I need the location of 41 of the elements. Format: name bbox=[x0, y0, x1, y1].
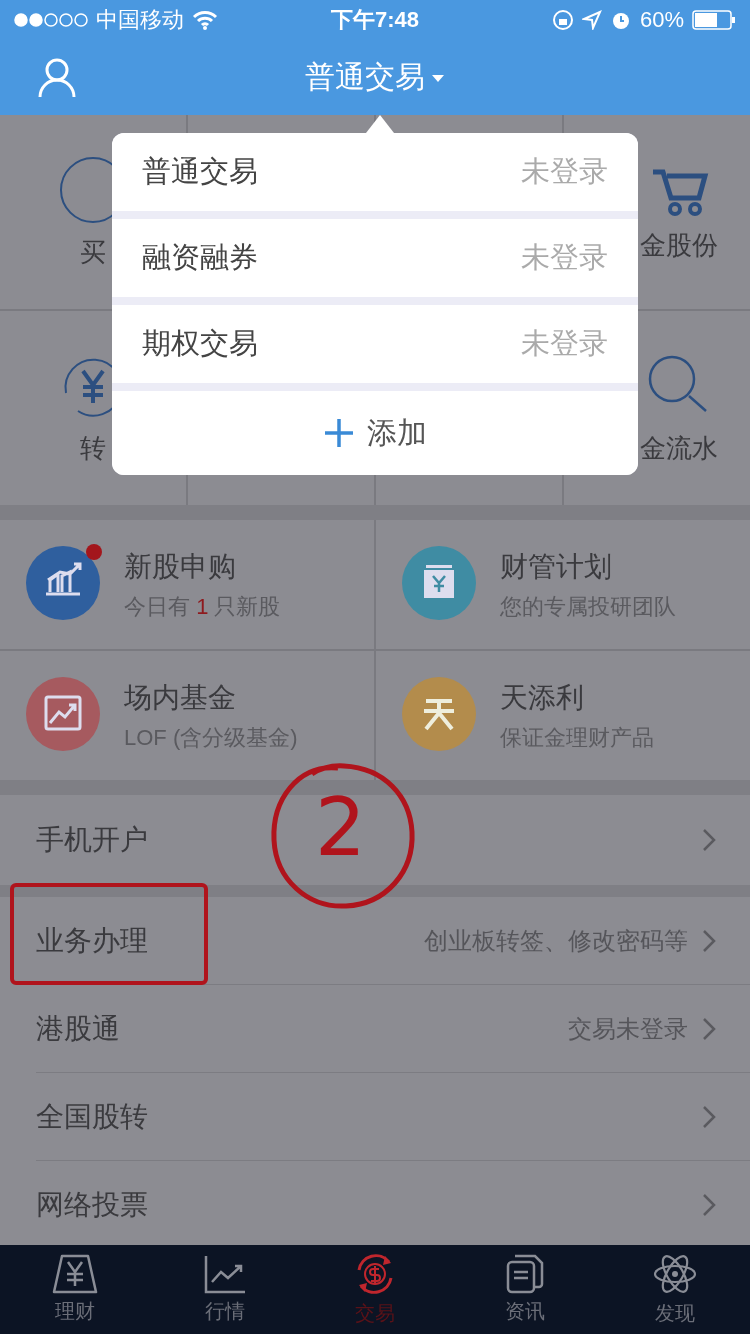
menu-item-label[interactable]: 业务办理 bbox=[36, 921, 148, 960]
card-title: 场内基金 bbox=[124, 680, 237, 715]
menu-item-label[interactable]: 港股通 bbox=[36, 1009, 120, 1048]
document-icon bbox=[505, 1254, 545, 1294]
location-icon bbox=[581, 10, 602, 30]
tab-bar-item[interactable]: 资讯 bbox=[450, 1245, 600, 1334]
chevron-icon bbox=[702, 928, 716, 953]
chevron-icon bbox=[702, 1016, 716, 1041]
menu-item-label[interactable]: 网络投票 bbox=[36, 1185, 148, 1224]
card-title: 新股申购 bbox=[124, 549, 237, 584]
status-time: 下午7:48 bbox=[331, 6, 420, 34]
account-type-dropdown[interactable]: 普通交易 bbox=[305, 57, 445, 98]
row-detail: 交易未登录 bbox=[568, 1013, 688, 1044]
plus-icon bbox=[323, 417, 355, 449]
annotation-number: 2 bbox=[315, 788, 366, 868]
tab-bar-item[interactable]: 理财 bbox=[0, 1245, 150, 1334]
tab-bar-item[interactable]: 发现 bbox=[600, 1245, 750, 1334]
chevron-icon bbox=[702, 1192, 716, 1217]
account-menu-item[interactable]: 普通交易 未登录 bbox=[112, 133, 638, 211]
rotation-lock-icon bbox=[551, 9, 574, 31]
yen-icon bbox=[52, 1254, 98, 1294]
battery-percent: 60% bbox=[639, 7, 684, 33]
tab-bar-item[interactable]: 行情 bbox=[150, 1245, 300, 1334]
row-detail: 创业板转签、修改密码等 bbox=[424, 925, 688, 956]
add-button[interactable]: 添加 bbox=[112, 391, 638, 475]
carrier-name: 中国移动 bbox=[96, 6, 184, 34]
battery-icon bbox=[692, 10, 736, 30]
card-title: 天添利 bbox=[500, 680, 585, 715]
card-title: 财管计划 bbox=[500, 549, 613, 584]
chevron-icon bbox=[702, 1104, 716, 1129]
account-menu-item[interactable]: 融资融券 未登录 bbox=[112, 219, 638, 297]
chart-icon bbox=[203, 1254, 247, 1294]
chevron-icon bbox=[702, 828, 716, 852]
menu-item-label[interactable]: 全国股转 bbox=[36, 1097, 148, 1136]
signal-icon bbox=[14, 13, 88, 27]
wifi-icon bbox=[192, 10, 218, 30]
account-menu-item[interactable]: 期权交易 未登录 bbox=[112, 305, 638, 383]
caret-icon bbox=[431, 72, 445, 83]
user-icon[interactable] bbox=[38, 58, 76, 98]
atom-icon bbox=[653, 1252, 697, 1296]
menu-item-label[interactable]: 手机开户 bbox=[36, 821, 148, 859]
